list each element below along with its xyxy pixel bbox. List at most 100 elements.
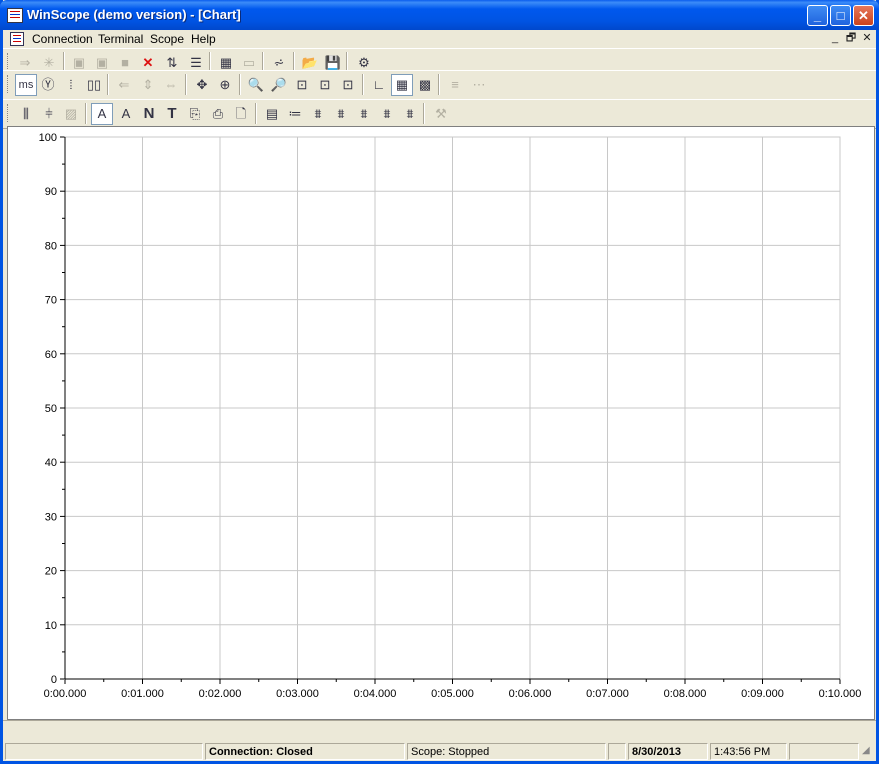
expand-h-button[interactable]: ⇔ (160, 74, 182, 96)
font-a-button[interactable]: A (91, 103, 113, 125)
zoom-fit-button[interactable]: ⊡ (314, 74, 336, 96)
properties-icon: ⚒ (435, 106, 447, 121)
font-style-button[interactable]: A (115, 103, 137, 125)
maximize-button[interactable]: □ (830, 5, 851, 26)
settings-icon: ⚙ (358, 55, 370, 70)
ms-units-button[interactable]: ms (15, 74, 37, 96)
resize-grip-icon[interactable]: ◢ (862, 745, 870, 756)
status-panel-empty (5, 743, 203, 760)
mdi-minimize-button[interactable]: _ (828, 32, 842, 45)
toolbar-separator (255, 103, 256, 124)
pan-button[interactable]: ✥ (191, 74, 213, 96)
toolbar-grip[interactable] (7, 104, 11, 122)
toolbar-separator (423, 103, 424, 124)
grid-button[interactable]: ▦ (391, 74, 413, 96)
chart-plot[interactable]: 0 10 20 30 40 50 60 70 80 90 100 0:00.000 0:01.000 0:… (8, 127, 874, 719)
minimize-button[interactable]: _ (807, 5, 828, 26)
text-n-icon: N (143, 105, 155, 122)
plot5-button[interactable]: ⩩ (399, 103, 421, 125)
x-tick-label: 0:03.000 (276, 688, 319, 700)
y-tick-label: 30 (45, 511, 57, 523)
stop-icon: ■ (121, 55, 129, 70)
app-icon[interactable] (7, 8, 23, 23)
status-panel-extra (789, 743, 859, 760)
status-time: 1:43:56 PM (710, 743, 787, 760)
lines-button[interactable]: ≡ (444, 74, 466, 96)
disconnect-icon: ✳ (43, 55, 55, 70)
zoom-reset-button[interactable]: ⊡ (337, 74, 359, 96)
zoom-out-button[interactable]: 🔎 (268, 74, 290, 96)
preview-button[interactable]: 🗋 (230, 103, 252, 125)
print-button[interactable]: ⎙ (207, 103, 229, 125)
digits-button[interactable]: ▯▯ (83, 74, 105, 96)
status-bar: Connection: Closed Scope: Stopped 8/30/2… (3, 741, 876, 761)
plot4-button[interactable]: ⩩ (376, 103, 398, 125)
title-bar[interactable]: WinScope (demo version) - [Chart] _ □ ✕ (0, 0, 879, 30)
zoom-reset-icon: ⊡ (342, 77, 354, 92)
zoom-box-button[interactable]: ⊡ (291, 74, 313, 96)
plot1-button[interactable]: ⩩ (307, 103, 329, 125)
y-tick-label: 60 (45, 349, 57, 361)
toolbar-grip[interactable] (7, 75, 11, 93)
toolbar-chart: ⫼ ⫩ ▨ A A N T ⎘ ⎙ 🗋 ▤ ≔ ⩩ ⩩ ⩩ ⩩ ⩩ ⚒ (3, 99, 876, 129)
zoom-box-icon: ⊡ (296, 77, 308, 92)
menu-terminal[interactable]: Terminal (96, 32, 145, 46)
arrow-left-button[interactable]: ⇐ (113, 74, 135, 96)
zoom-move-button[interactable]: ⊕ (214, 74, 236, 96)
list-icon: ☰ (190, 55, 202, 70)
text-t-button[interactable]: T (161, 103, 183, 125)
y-tick-label: 0 (51, 674, 57, 686)
status-strip-upper (3, 720, 876, 741)
dotted-lines-icon: ⋯ (472, 77, 486, 92)
pan-icon: ✥ (196, 77, 208, 92)
menu-help[interactable]: Help (189, 32, 218, 46)
scale-y-button[interactable]: Ⓨ (37, 74, 59, 96)
legend-icon: ≔ (288, 106, 302, 121)
export-icon: ⎘ (189, 106, 201, 121)
dotted-lines-button[interactable]: ⋯ (468, 74, 490, 96)
cursor-v-button[interactable]: ⫼ (15, 103, 37, 125)
menu-connection[interactable]: Connection (30, 32, 95, 46)
y-tick-label: 40 (45, 457, 57, 469)
menu-scope[interactable]: Scope (148, 32, 186, 46)
chart-area[interactable]: 0 10 20 30 40 50 60 70 80 90 100 0:00.000 0:01.000 0:… (7, 126, 875, 720)
x-tick-label: 0:06.000 (509, 688, 552, 700)
status-scope: Scope: Stopped (407, 743, 606, 760)
chart-icon: ⩫ (273, 55, 285, 70)
x-tick-label: 0:10.000 (819, 688, 862, 700)
scale-x-button[interactable]: ⦙ (60, 74, 82, 96)
toolbar-separator (438, 74, 439, 95)
y-tick-label: 20 (45, 566, 57, 578)
axes-button[interactable]: ∟ (368, 74, 390, 96)
cursor-h-button[interactable]: ⫩ (38, 103, 60, 125)
single-icon: ▣ (95, 55, 109, 70)
connect-icon: ⇒ (19, 55, 31, 70)
close-button[interactable]: ✕ (853, 5, 874, 26)
plot3-button[interactable]: ⩩ (353, 103, 375, 125)
zoom-out-icon: 🔎 (270, 77, 288, 92)
toolbar-separator (185, 74, 186, 95)
axes-icon: ∟ (372, 77, 386, 92)
arrow-left-icon: ⇐ (118, 77, 130, 92)
toolbar-separator (107, 74, 108, 95)
text-n-button[interactable]: N (138, 103, 160, 125)
print-icon: ⎙ (212, 106, 224, 121)
copy-button[interactable]: ▨ (60, 103, 82, 125)
plot5-icon: ⩩ (406, 106, 414, 121)
mdi-restore-button[interactable]: 🗗 (844, 32, 858, 45)
plot2-button[interactable]: ⩩ (330, 103, 352, 125)
grid-dense-button[interactable]: ▩ (414, 74, 436, 96)
open-icon: 📂 (301, 55, 319, 70)
x-tick-label: 0:05.000 (431, 688, 474, 700)
export-button[interactable]: ⎘ (184, 103, 206, 125)
scale-x-icon: ⦙ (69, 77, 73, 92)
text-t-icon: T (167, 105, 177, 122)
table-button[interactable]: ▤ (261, 103, 283, 125)
zoom-in-button[interactable]: 🔍 (245, 74, 267, 96)
properties-button[interactable]: ⚒ (430, 103, 452, 125)
mdi-document-icon[interactable] (10, 32, 24, 46)
legend-button[interactable]: ≔ (284, 103, 306, 125)
expand-v-button[interactable]: ⇕ (137, 74, 159, 96)
toolbar-grip[interactable] (7, 53, 11, 71)
mdi-close-button[interactable]: ✕ (860, 32, 874, 45)
